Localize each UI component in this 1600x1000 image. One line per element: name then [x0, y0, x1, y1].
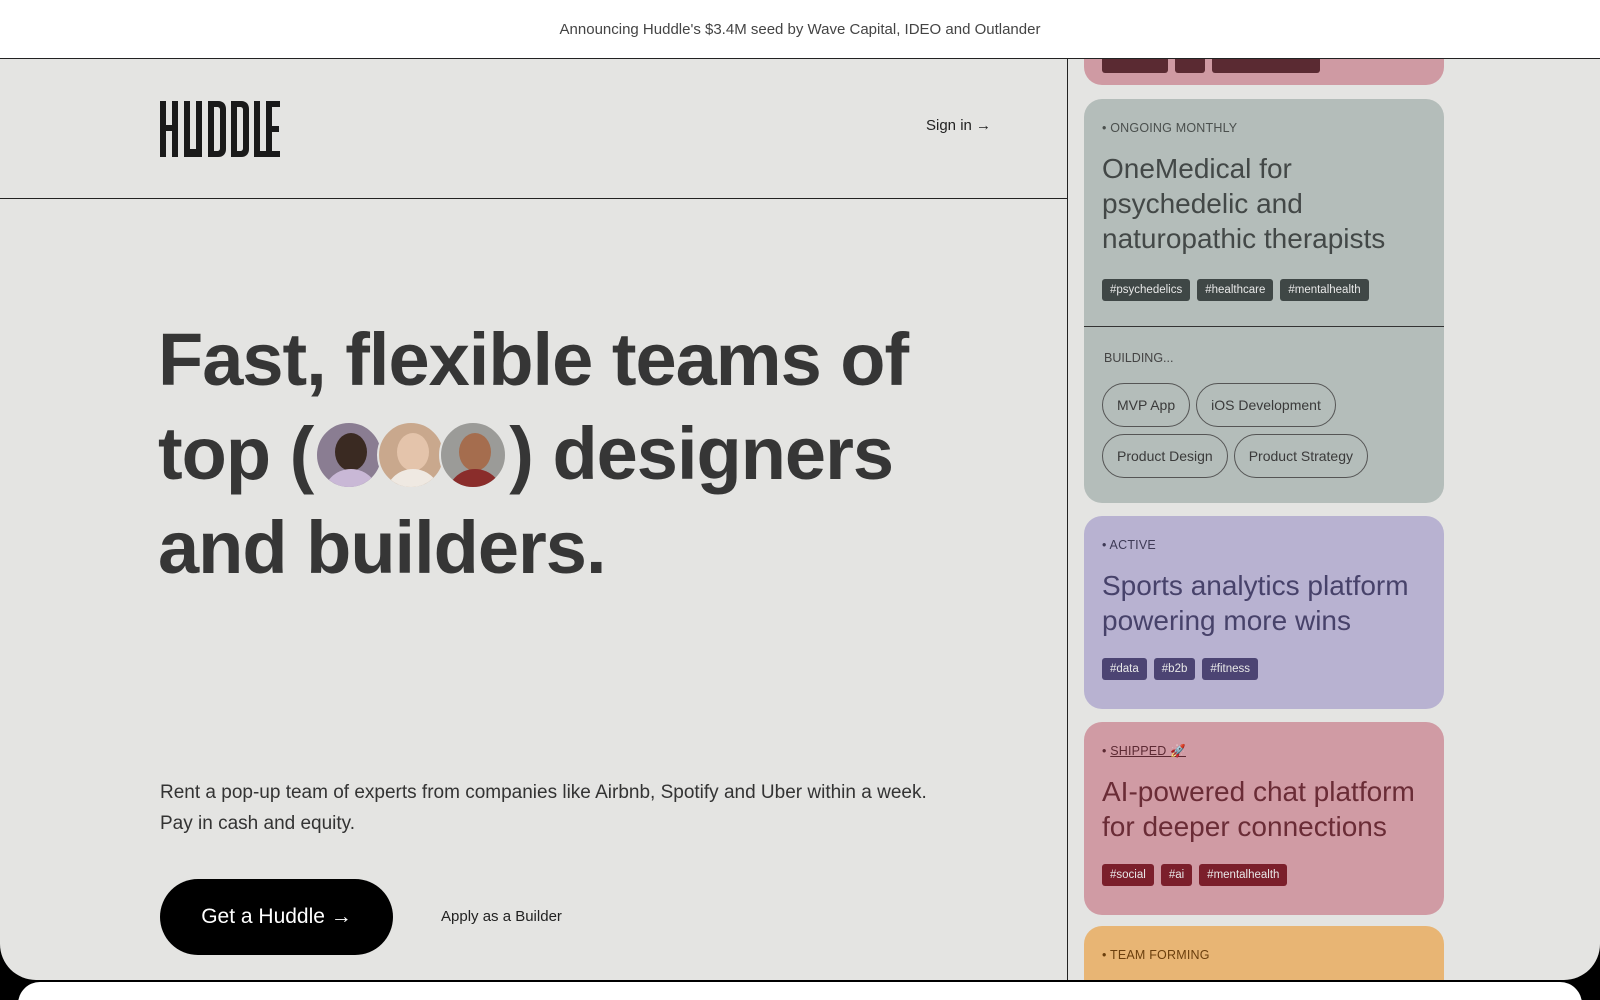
next-section-edge — [18, 982, 1582, 1000]
avatar — [377, 421, 446, 490]
building-chips: MVP App iOS Development Product Design P… — [1102, 383, 1432, 478]
card-divider — [1084, 326, 1444, 327]
card-status: • ACTIVE — [1102, 538, 1156, 552]
sign-in-link[interactable]: Sign in → — [926, 117, 991, 134]
card-tags: #psychedelics #healthcare #mentalhealth — [1102, 279, 1369, 301]
project-card-onemedical[interactable]: • ONGOING MONTHLY OneMedical for psyched… — [1084, 99, 1444, 503]
announcement-text[interactable]: Announcing Huddle's $3.4M seed by Wave C… — [560, 21, 1041, 38]
avatar — [315, 421, 384, 490]
card-tags: #social #ai #mentalhealth — [1102, 864, 1288, 886]
tag — [1102, 59, 1168, 73]
tag: #fitness — [1202, 658, 1259, 680]
tag: #b2b — [1153, 658, 1196, 680]
get-a-huddle-button[interactable]: Get a Huddle → — [160, 879, 393, 955]
hero-headline: Fast, flexible teams of top ( ) designers… — [158, 313, 918, 595]
hero-line-3: and builders. — [158, 506, 607, 589]
card-title: AI-powered chat platform for deeper conn… — [1102, 776, 1415, 842]
huddle-logo[interactable] — [160, 101, 280, 157]
chip-product-strategy: Product Strategy — [1233, 434, 1368, 478]
hero-panel: Sign in → Fast, flexible teams of top ()… — [0, 59, 1068, 980]
project-card-sports-analytics[interactable]: • ACTIVE Sports analytics platform power… — [1084, 516, 1444, 709]
tag: #data — [1102, 658, 1147, 680]
card-title: OneMedical for psychedelic and naturopat… — [1102, 153, 1386, 254]
hero-line-1: Fast, flexible teams of — [158, 318, 909, 401]
hero-description: Rent a pop-up team of experts from compa… — [160, 777, 960, 839]
tag: #social — [1102, 864, 1154, 886]
page-frame: Sign in → Fast, flexible teams of top ()… — [0, 59, 1600, 980]
avatar — [439, 421, 508, 490]
card-tags — [1102, 59, 1320, 73]
shipped-link[interactable]: SHIPPED 🚀 — [1110, 744, 1186, 758]
card-status: • ONGOING MONTHLY — [1102, 121, 1238, 135]
tag: #healthcare — [1197, 279, 1274, 301]
announcement-bar[interactable]: Announcing Huddle's $3.4M seed by Wave C… — [0, 0, 1600, 59]
chip-mvp-app: MVP App — [1102, 383, 1191, 427]
project-card-partial[interactable] — [1084, 59, 1444, 85]
chip-product-design: Product Design — [1102, 434, 1228, 478]
tag: #mentalhealth — [1280, 279, 1369, 301]
apply-as-builder-link[interactable]: Apply as a Builder — [441, 908, 562, 925]
card-tags: #data #b2b #fitness — [1102, 658, 1259, 680]
hero-line-2-after: ) designers — [509, 412, 894, 495]
hero-line-2-before: top ( — [158, 412, 314, 495]
top-nav: Sign in → — [0, 59, 1067, 199]
builder-avatars — [315, 421, 508, 490]
project-card-team-forming[interactable]: • TEAM FORMING — [1084, 926, 1444, 980]
tag — [1212, 59, 1320, 73]
status-bullet: • — [1102, 744, 1111, 758]
description-line-2: Pay in cash and equity. — [160, 813, 356, 834]
description-line-1: Rent a pop-up team of experts from compa… — [160, 782, 927, 803]
tag: #ai — [1160, 864, 1193, 886]
card-status: • SHIPPED 🚀 — [1102, 744, 1186, 759]
tag: #psychedelics — [1102, 279, 1191, 301]
hero-line-2: top ( ) designers — [158, 407, 918, 501]
card-status: • TEAM FORMING — [1102, 948, 1210, 962]
card-title: Sports analytics platform powering more … — [1102, 570, 1409, 636]
project-card-ai-chat[interactable]: • SHIPPED 🚀 AI-powered chat platform for… — [1084, 722, 1444, 915]
tag — [1175, 59, 1205, 73]
tag: #mentalhealth — [1199, 864, 1288, 886]
building-label: BUILDING... — [1104, 351, 1174, 365]
chip-ios-development: iOS Development — [1196, 383, 1336, 427]
